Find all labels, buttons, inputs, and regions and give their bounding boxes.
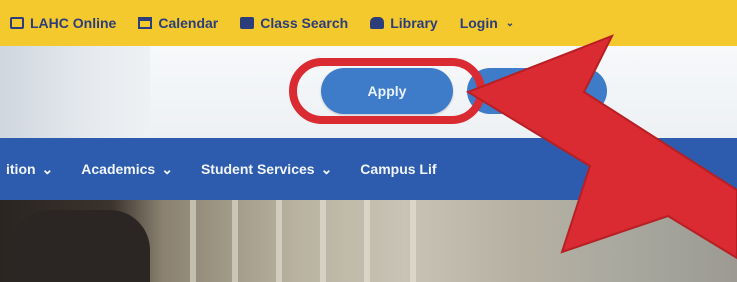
nav-item-label: ition [6, 161, 36, 177]
library-icon [370, 17, 385, 29]
login-label: Login [459, 15, 498, 31]
calendar-label: Calendar [158, 15, 219, 31]
highlight-circle [289, 58, 485, 124]
hero-stripe [320, 200, 326, 282]
hero-image [0, 200, 737, 282]
chevron-down-icon: ⌄ [41, 160, 54, 177]
nav-item-label: Academics [81, 161, 156, 177]
nav-item-campus-life[interactable]: Campus Lif [360, 161, 436, 177]
library-label: Library [390, 15, 438, 31]
chevron-down-icon: ⌄ [320, 160, 333, 177]
class-search-link[interactable]: Class Search [240, 15, 348, 31]
hero-stripe [232, 200, 238, 282]
nav-item-academics[interactable]: Academics ⌄ [81, 161, 173, 178]
nav-item-label: Student Services [200, 161, 315, 177]
header-photo [0, 46, 150, 138]
hero-stripe [190, 200, 196, 282]
lahc-online-link[interactable]: LAHC Online [10, 15, 116, 31]
class-search-icon [240, 17, 255, 29]
hero-stripe [364, 200, 370, 282]
chevron-down-icon: ⌄ [505, 17, 515, 29]
utility-bar: LAHC Online Calendar Class Search Librar… [0, 0, 737, 46]
main-nav: ition ⌄ Academics ⌄ Student Services ⌄ C… [0, 138, 737, 200]
secondary-button[interactable] [467, 68, 607, 114]
login-dropdown[interactable]: Login ⌄ [460, 15, 515, 31]
page: LAHC Online Calendar Class Search Librar… [0, 0, 737, 282]
calendar-link[interactable]: Calendar [138, 15, 218, 31]
chevron-down-icon: ⌄ [161, 160, 173, 177]
hero-figure [10, 210, 150, 282]
nav-item-admission[interactable]: ition ⌄ [6, 161, 53, 178]
class-search-label: Class Search [260, 15, 349, 31]
lahc-online-label: LAHC Online [30, 15, 117, 31]
hero-stripe [276, 200, 282, 282]
library-link[interactable]: Library [370, 15, 438, 31]
monitor-icon [10, 17, 24, 29]
nav-item-label: Campus Lif [360, 161, 437, 177]
header: Apply [0, 46, 737, 138]
nav-item-student-services[interactable]: Student Services ⌄ [201, 161, 332, 178]
calendar-icon [138, 17, 153, 29]
hero-stripe [410, 200, 416, 282]
